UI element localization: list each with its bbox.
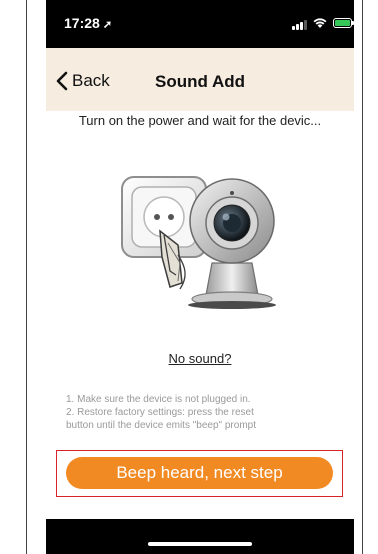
page-title: Sound Add: [154, 72, 245, 91]
instruction-text: Turn on the power and wait for the devic…: [78, 113, 322, 128]
tip-line: 1. Make sure the device is not plugged i…: [66, 394, 251, 405]
left-margin: [0, 0, 27, 554]
tips-text: 1. Make sure the device is not plugged i…: [66, 393, 256, 432]
power-outlet-camera-illustration: [121, 176, 276, 309]
status-bar: 17:28 ➚: [46, 0, 354, 48]
main-content: Turn on the power and wait for the devic…: [46, 111, 354, 519]
status-time-text: 17:28: [64, 15, 100, 31]
right-margin: [362, 0, 378, 554]
wifi-icon: [313, 18, 327, 28]
home-indicator[interactable]: [148, 542, 252, 546]
navigation-bar: Back Sound Add: [46, 48, 354, 111]
screenshot-frame: 17:28 ➚ Back Sound Add Turn on the power …: [0, 0, 378, 554]
next-step-button[interactable]: Beep heard, next step: [66, 457, 333, 489]
tip-line: button until the device emits "beep" pro…: [66, 420, 256, 431]
location-arrow-icon: ➚: [102, 19, 113, 31]
tip-line: 2. Restore factory settings: press the r…: [66, 407, 254, 418]
home-indicator-bar: [46, 519, 354, 554]
no-sound-link[interactable]: No sound?: [46, 351, 354, 366]
battery-icon: [333, 18, 354, 28]
status-time: 17:28 ➚: [64, 15, 112, 31]
cellular-signal-icon: [292, 20, 308, 30]
